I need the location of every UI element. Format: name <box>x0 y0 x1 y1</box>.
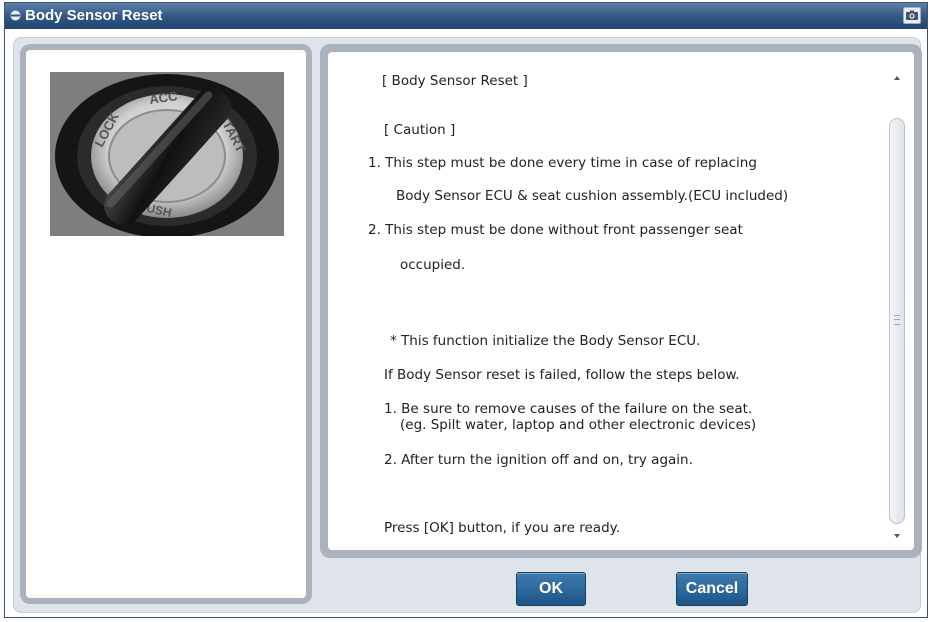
failure-step-2: 2. After turn the ignition off and on, t… <box>384 452 693 468</box>
cancel-button[interactable]: Cancel <box>676 572 748 606</box>
arrow-down-icon <box>894 534 900 538</box>
scroll-thumb[interactable] <box>889 118 905 524</box>
screenshot-button[interactable] <box>903 7 921 24</box>
heading-body-sensor-reset: [ Body Sensor Reset ] <box>382 73 528 89</box>
caution-heading: [ Caution ] <box>384 122 456 138</box>
failure-step-1-examples: (eg. Spilt water, laptop and other elect… <box>400 417 757 433</box>
caution-line-2-cont: occupied. <box>400 257 466 273</box>
ok-button[interactable]: OK <box>516 572 586 606</box>
failure-step-1: 1. Be sure to remove causes of the failu… <box>384 401 753 417</box>
ignition-switch-illustration: LOCK ACC START PUSH <box>50 72 284 236</box>
instructions-text: [ Body Sensor Reset ] [ Caution ] 1. Thi… <box>328 52 888 550</box>
caution-line-1-cont: Body Sensor ECU & seat cushion assembly.… <box>396 188 789 204</box>
scroll-down-button[interactable] <box>888 528 906 544</box>
vertical-scrollbar[interactable] <box>888 70 906 544</box>
function-note: * This function initialize the Body Sens… <box>390 333 701 349</box>
camera-icon <box>906 10 918 20</box>
title-bar: Body Sensor Reset <box>5 3 927 29</box>
scroll-grip-icon <box>894 315 900 325</box>
window-title: Body Sensor Reset <box>25 7 163 24</box>
instructions-text-area[interactable]: [ Body Sensor Reset ] [ Caution ] 1. Thi… <box>328 52 914 550</box>
arrow-up-icon <box>894 76 900 80</box>
ignition-switch-image: LOCK ACC START PUSH <box>50 72 284 236</box>
image-panel: LOCK ACC START PUSH <box>20 44 312 604</box>
scroll-up-button[interactable] <box>888 70 906 86</box>
caution-line-1: 1. This step must be done every time in … <box>368 155 757 171</box>
caution-line-2: 2. This step must be done without front … <box>368 222 743 238</box>
instructions-panel: [ Body Sensor Reset ] [ Caution ] 1. Thi… <box>320 44 922 558</box>
window-icon <box>10 10 21 21</box>
failure-intro: If Body Sensor reset is failed, follow t… <box>384 367 740 383</box>
scroll-track[interactable] <box>888 88 906 528</box>
ready-prompt: Press [OK] button, if you are ready. <box>384 520 621 536</box>
image-panel-inner: LOCK ACC START PUSH <box>26 50 306 598</box>
